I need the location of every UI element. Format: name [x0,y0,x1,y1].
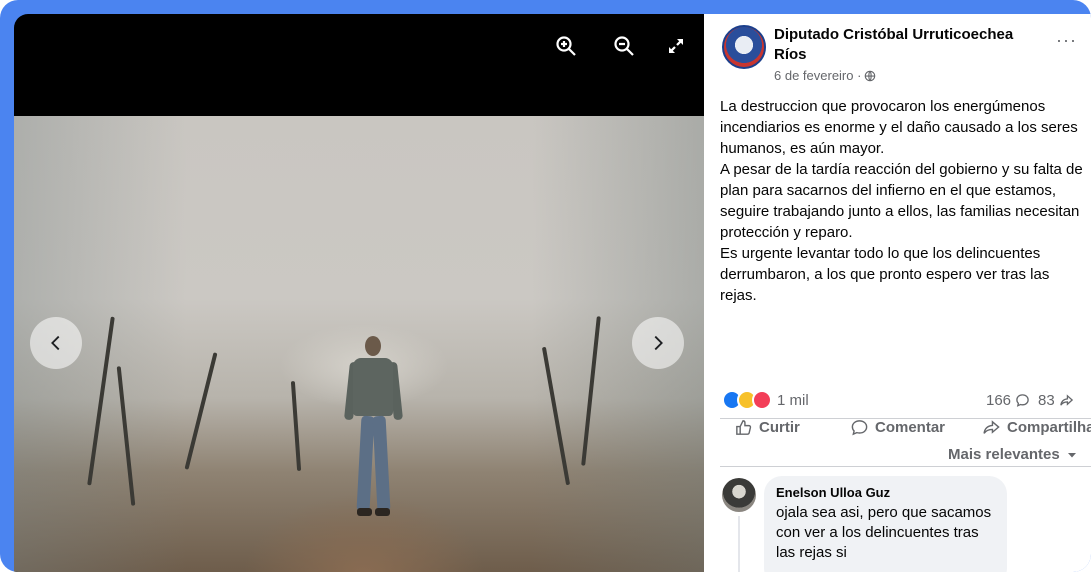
like-button[interactable]: Curtir [734,418,800,437]
post-date[interactable]: 6 de fevereiro · [774,68,861,83]
walking-man [339,336,409,536]
share-icon [983,420,1000,434]
thread-line [738,516,740,572]
globe-icon [865,70,876,81]
more-options-button[interactable]: ··· [1056,30,1077,51]
comment-sort-dropdown[interactable]: Mais relevantes [948,446,1078,463]
commenter-name[interactable]: Enelson Ulloa Guz [776,484,995,501]
zoom-out-icon[interactable] [612,34,636,58]
zoom-in-icon[interactable] [554,34,578,58]
window-frame: Diputado Cristóbal Urruticoechea Ríos ··… [0,0,1091,572]
post-text: La destruccion que provocaron los energú… [720,96,1090,306]
post-meta: 6 de fevereiro · [774,68,876,83]
comment-bubble: Enelson Ulloa Guz ojala sea asi, pero qu… [764,476,1007,572]
post-paragraph: A pesar de la tardía reacción del gobier… [720,161,1083,241]
photo-viewer [14,14,704,572]
author-avatar[interactable] [722,25,766,69]
post-panel: Diputado Cristóbal Urruticoechea Ríos ··… [704,14,1091,572]
thumbs-up-icon [736,420,752,435]
share-button[interactable]: Compartilhar [982,418,1091,437]
comment-icon [851,420,868,436]
fullscreen-icon[interactable] [664,34,688,58]
caret-down-icon [1067,452,1076,457]
post-photo [14,116,704,572]
comment-text: ojala sea asi, pero que sacamos con ver … [776,504,992,561]
next-photo-button[interactable] [632,317,684,369]
post-paragraph: Es urgente levantar todo lo que los deli… [720,245,1050,304]
author-name[interactable]: Diputado Cristóbal Urruticoechea Ríos [774,25,1044,65]
post-actions: Curtir Comentar Compartilhar [720,402,1091,452]
comment-button[interactable]: Comentar [850,418,945,437]
commenter-avatar[interactable] [722,478,756,512]
divider [720,466,1091,467]
post-paragraph: La destruccion que provocaron los energú… [720,98,1078,157]
previous-photo-button[interactable] [30,317,82,369]
